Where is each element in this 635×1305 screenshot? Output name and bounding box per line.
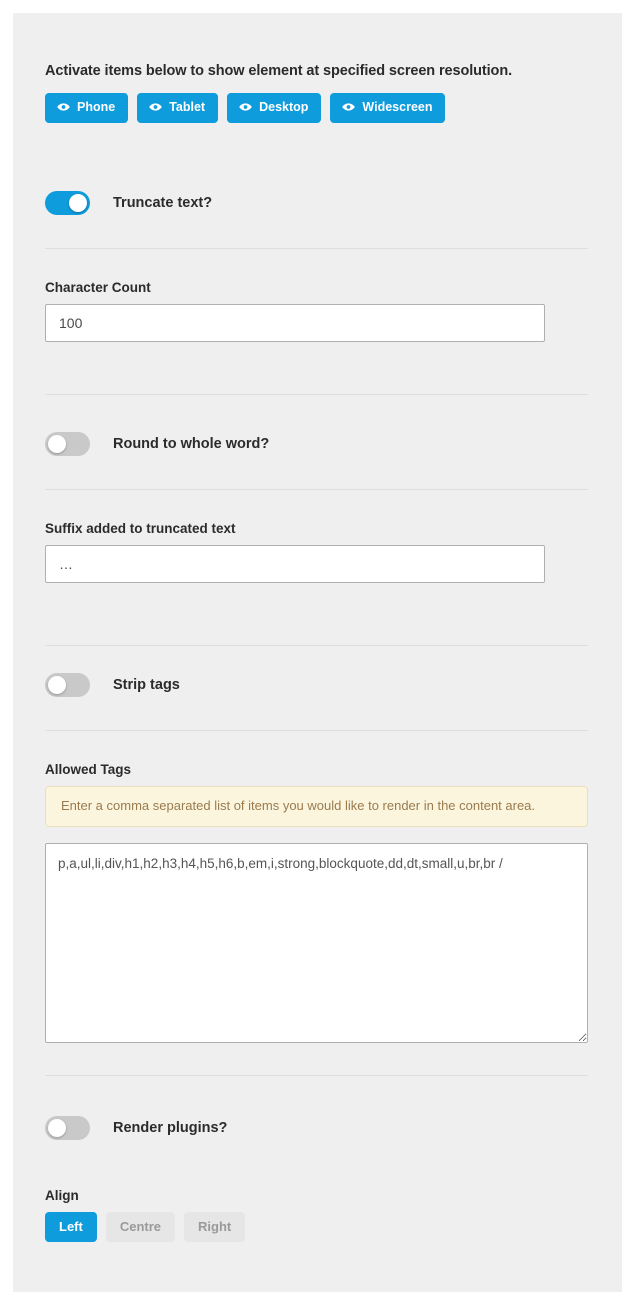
suffix-input[interactable] xyxy=(45,545,545,583)
render-plugins-toggle[interactable] xyxy=(45,1116,90,1140)
align-option-right[interactable]: Right xyxy=(184,1212,246,1242)
round-whole-word-row: Round to whole word? xyxy=(45,432,269,456)
character-count-group: Character Count xyxy=(45,280,545,342)
divider xyxy=(45,489,588,490)
resolution-button-widescreen[interactable]: Widescreen xyxy=(330,93,446,123)
divider xyxy=(45,394,588,395)
strip-tags-toggle[interactable] xyxy=(45,673,90,697)
eye-icon xyxy=(57,102,70,112)
align-button-group: Left Centre Right xyxy=(45,1212,246,1242)
allowed-tags-textarea[interactable] xyxy=(45,843,588,1044)
eye-icon xyxy=(239,102,252,112)
divider xyxy=(45,248,588,249)
toggle-knob xyxy=(48,435,66,453)
toggle-knob xyxy=(69,194,87,212)
intro-text: Activate items below to show element at … xyxy=(45,63,512,79)
suffix-label: Suffix added to truncated text xyxy=(45,521,236,536)
eye-icon xyxy=(149,102,162,112)
toggle-knob xyxy=(48,676,66,694)
resolution-button-phone[interactable]: Phone xyxy=(45,93,129,123)
allowed-tags-group: Allowed Tags Enter a comma separated lis… xyxy=(45,762,588,1044)
resolution-button-label: Tablet xyxy=(169,100,206,114)
round-whole-word-toggle[interactable] xyxy=(45,432,90,456)
resolution-button-label: Desktop xyxy=(259,100,309,114)
strip-tags-label: Strip tags xyxy=(113,677,180,693)
resolution-button-label: Widescreen xyxy=(362,100,433,114)
align-option-left[interactable]: Left xyxy=(45,1212,97,1242)
truncate-text-label: Truncate text? xyxy=(113,195,213,211)
align-group: Align Left Centre Right xyxy=(45,1188,246,1242)
round-whole-word-label: Round to whole word? xyxy=(113,436,270,452)
resolution-button-group: Phone Tablet Desktop Widescreen xyxy=(45,93,590,123)
allowed-tags-label: Allowed Tags xyxy=(45,762,132,777)
toggle-knob xyxy=(48,1119,66,1137)
allowed-tags-help: Enter a comma separated list of items yo… xyxy=(45,786,588,828)
align-option-centre[interactable]: Centre xyxy=(105,1212,176,1242)
divider xyxy=(45,1075,588,1076)
resolution-button-tablet[interactable]: Tablet xyxy=(137,93,219,123)
divider xyxy=(45,730,588,731)
resolution-button-desktop[interactable]: Desktop xyxy=(227,93,322,123)
suffix-group: Suffix added to truncated text xyxy=(45,521,545,583)
strip-tags-row: Strip tags xyxy=(45,673,180,697)
truncate-text-toggle[interactable] xyxy=(45,191,90,215)
settings-inner: Activate items below to show element at … xyxy=(45,13,590,1242)
render-plugins-label: Render plugins? xyxy=(113,1120,228,1136)
character-count-input[interactable] xyxy=(45,304,545,342)
resolution-button-label: Phone xyxy=(77,100,116,114)
settings-panel: Activate items below to show element at … xyxy=(13,13,622,1292)
divider xyxy=(45,645,588,646)
render-plugins-row: Render plugins? xyxy=(45,1116,227,1140)
align-label: Align xyxy=(45,1188,79,1203)
eye-icon xyxy=(342,102,356,112)
character-count-label: Character Count xyxy=(45,280,151,295)
truncate-text-row: Truncate text? xyxy=(45,191,212,215)
